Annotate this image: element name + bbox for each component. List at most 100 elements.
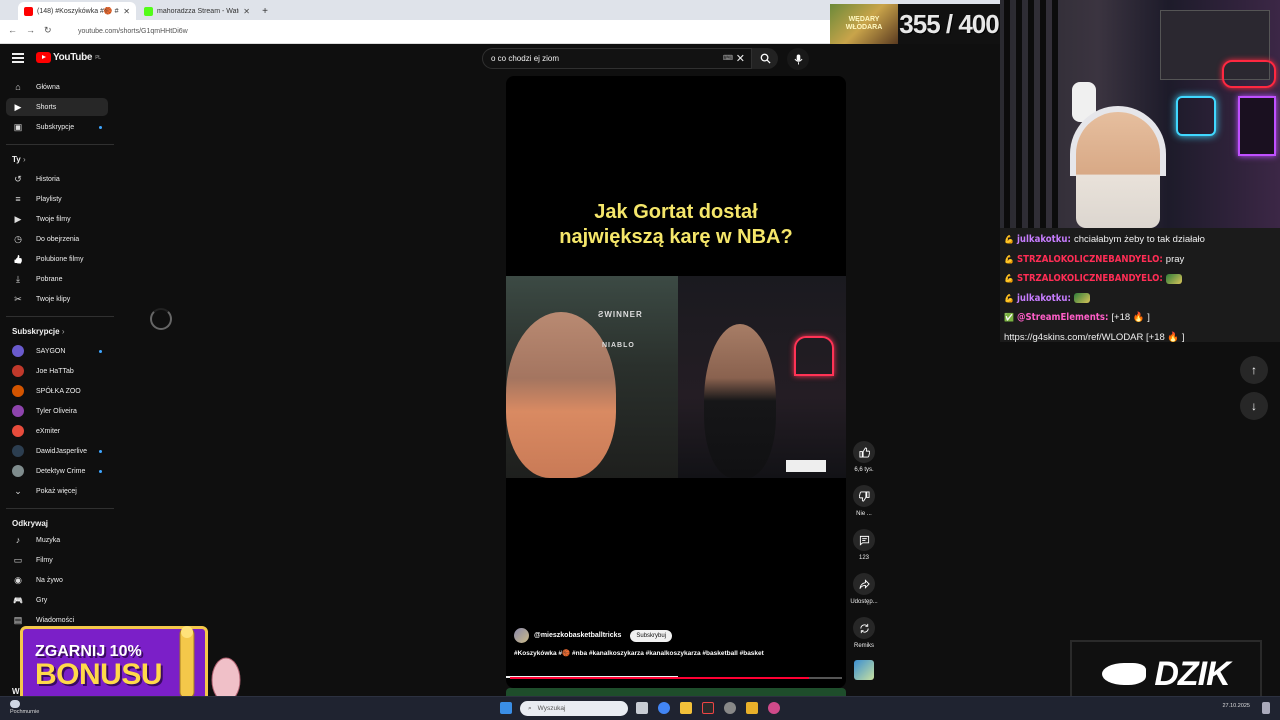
forward-icon[interactable]: → — [26, 25, 35, 35]
sidebar-item-label: Polubione filmy — [36, 255, 84, 263]
next-short-button[interactable]: ↓ — [1240, 392, 1268, 420]
sidebar-item-label: Twoje filmy — [36, 215, 71, 223]
media-player-icon[interactable] — [702, 702, 714, 714]
weather-label[interactable]: Pochmurnie — [10, 709, 39, 715]
avatar[interactable] — [514, 628, 529, 643]
loading-spinner — [150, 308, 172, 330]
headline-line-1: Jak Gortat dostał — [594, 201, 758, 223]
weather-cloud-icon — [10, 700, 20, 708]
like-icon[interactable] — [853, 441, 875, 463]
folder-icon[interactable] — [680, 702, 692, 714]
sidebar-item-gaming[interactable]: 🎮 Gry — [6, 591, 108, 609]
section-you[interactable]: Ty › — [12, 155, 26, 164]
boar-icon — [1102, 663, 1147, 685]
search-button[interactable] — [752, 48, 778, 69]
username-text: @StreamElements — [1016, 312, 1105, 323]
sidebar-channel-spolka-zoo[interactable]: SPÓŁKA ZOO — [6, 382, 108, 400]
youtube-logo[interactable]: YouTube PL — [36, 52, 101, 63]
browser-tab-kick[interactable]: mahoradzza Stream - Watch Li... ✕ — [138, 2, 256, 20]
sidebar-item-watch-later[interactable]: ◷ Do obejrzenia — [6, 230, 108, 248]
sidebar-channel-dawidjasperlive[interactable]: DawidJasperlive — [6, 442, 108, 460]
sidebar-item-your-videos[interactable]: ▶ Twoje filmy — [6, 210, 108, 228]
sidebar-item-liked-videos[interactable]: 👍 Polubione filmy — [6, 250, 108, 268]
share-action[interactable]: Udostęp... — [848, 573, 880, 605]
sidebar-item-home[interactable]: ⌂ Główna — [6, 78, 108, 96]
clips-icon: ✂ — [14, 293, 22, 304]
playback-remaining[interactable] — [808, 677, 842, 679]
menu-icon[interactable] — [12, 53, 24, 63]
sidebar-show-more[interactable]: ⌄ Pokaż więcej — [6, 482, 108, 500]
news-icon: ▤ — [13, 614, 23, 625]
sidebar-channel-joe-hattab[interactable]: Joe HaTTab — [6, 362, 108, 380]
logo-text: YouTube — [53, 52, 93, 63]
close-tab-icon[interactable]: ✕ — [123, 7, 130, 16]
video-caption[interactable]: #Koszykówka #🏀 #nba #kanalkoszykarza #ka… — [514, 649, 764, 659]
sidebar-item-subscriptions[interactable]: ▣ Subskrypcje — [6, 118, 108, 136]
section-title: Ty — [12, 155, 21, 164]
sidebar-channel-detektyw-crime[interactable]: Detektyw Crime — [6, 462, 108, 480]
browser-tab-youtube[interactable]: (148) #Koszykówka #🏀 #nba ✕ — [18, 2, 136, 20]
remix-action[interactable]: Remiks — [848, 617, 880, 649]
sidebar-item-label: Shorts — [36, 103, 57, 111]
subscribe-button[interactable]: Subskrybuj — [630, 629, 673, 642]
sidebar-channel-saygon[interactable]: SAYGON — [6, 342, 108, 360]
like-action[interactable]: 6,6 tys. — [848, 441, 880, 473]
taskbar-search[interactable]: ⌕ Wyszukaj — [520, 701, 628, 716]
sidebar-item-label: Playlisty — [36, 195, 62, 203]
channel-name: Tyler Oliveira — [36, 407, 77, 415]
windows-start-icon[interactable] — [500, 702, 512, 714]
search-input[interactable]: o co chodzi ej ziom ⌨ ✕ — [482, 48, 752, 69]
chat-username: STRZALOKOLICZNEBANDYELO: — [1016, 253, 1163, 265]
search-value: o co chodzi ej ziom — [491, 54, 560, 63]
sidebar-item-label: Historia — [36, 175, 60, 183]
comments-action[interactable]: 123 — [848, 529, 880, 561]
clear-search-icon[interactable]: ✕ — [736, 52, 745, 65]
keyboard-icon[interactable]: ⌨ — [723, 54, 733, 62]
badge-icon: 💪 — [1004, 235, 1014, 244]
sidebar-item-movies[interactable]: ▭ Filmy — [6, 551, 108, 569]
dislike-icon[interactable] — [853, 485, 875, 507]
shorts-player[interactable]: Jak Gortat dostał największą karę w NBA?… — [506, 76, 846, 688]
share-icon[interactable] — [853, 573, 875, 595]
app-icon[interactable] — [768, 702, 780, 714]
new-tab-button[interactable]: + — [258, 2, 272, 20]
comment-icon[interactable] — [853, 529, 875, 551]
close-tab-icon[interactable]: ✕ — [243, 7, 250, 16]
avatar — [12, 445, 24, 457]
playback-progress[interactable] — [510, 677, 809, 679]
sidebar-item-live[interactable]: ◉ Na żywo — [6, 571, 108, 589]
sidebar-item-downloads[interactable]: ⤓ Pobrane — [6, 270, 108, 288]
gaming-pc — [1238, 96, 1276, 156]
sidebar-channel-tyler-oliveira[interactable]: Tyler Oliveira — [6, 402, 108, 420]
sidebar-item-history[interactable]: ↺ Historia — [6, 170, 108, 188]
chat-message: 💪 julkakotku: — [1004, 289, 1276, 309]
sidebar-item-playlists[interactable]: ≡ Playlisty — [6, 190, 108, 208]
sidebar-item-music[interactable]: ♪ Muzyka — [6, 531, 108, 549]
video-headline: Jak Gortat dostał największą karę w NBA? — [506, 200, 846, 250]
channel-name: SAYGON — [36, 347, 66, 355]
remix-icon[interactable] — [853, 617, 875, 639]
sidebar-channel-exmiter[interactable]: eXmiter — [6, 422, 108, 440]
voice-search-button[interactable] — [787, 48, 809, 70]
reload-icon[interactable]: ↻ — [44, 25, 52, 36]
task-view-icon[interactable] — [636, 702, 648, 714]
notifications-icon[interactable] — [1262, 702, 1270, 714]
avatar — [12, 345, 24, 357]
chrome-icon[interactable] — [658, 702, 670, 714]
sidebar-item-your-clips[interactable]: ✂ Twoje klipy — [6, 290, 108, 308]
app-icon[interactable] — [746, 702, 758, 714]
sidebar-divider — [6, 316, 114, 317]
url-field[interactable]: youtube.com/shorts/G1qmHHtDi6w — [66, 24, 826, 39]
dislike-action[interactable]: Nie ... — [848, 485, 880, 517]
section-subscriptions[interactable]: Subskrypcje › — [12, 327, 64, 336]
tab-title: (148) #Koszykówka #🏀 #nba — [37, 8, 119, 15]
obs-icon[interactable] — [724, 702, 736, 714]
sidebar-item-shorts[interactable]: ▶ Shorts — [6, 98, 108, 116]
channel-name[interactable]: @mieszkobasketballtricks — [534, 632, 621, 639]
chat-text: chciałabym żeby to tak działało — [1073, 234, 1205, 245]
share-label: Udostęp... — [850, 599, 878, 605]
sound-thumbnail[interactable] — [854, 660, 874, 680]
back-icon[interactable]: ← — [8, 25, 17, 35]
system-clock[interactable]: 27.10.2025 — [1222, 703, 1250, 710]
previous-short-button[interactable]: ↑ — [1240, 356, 1268, 384]
